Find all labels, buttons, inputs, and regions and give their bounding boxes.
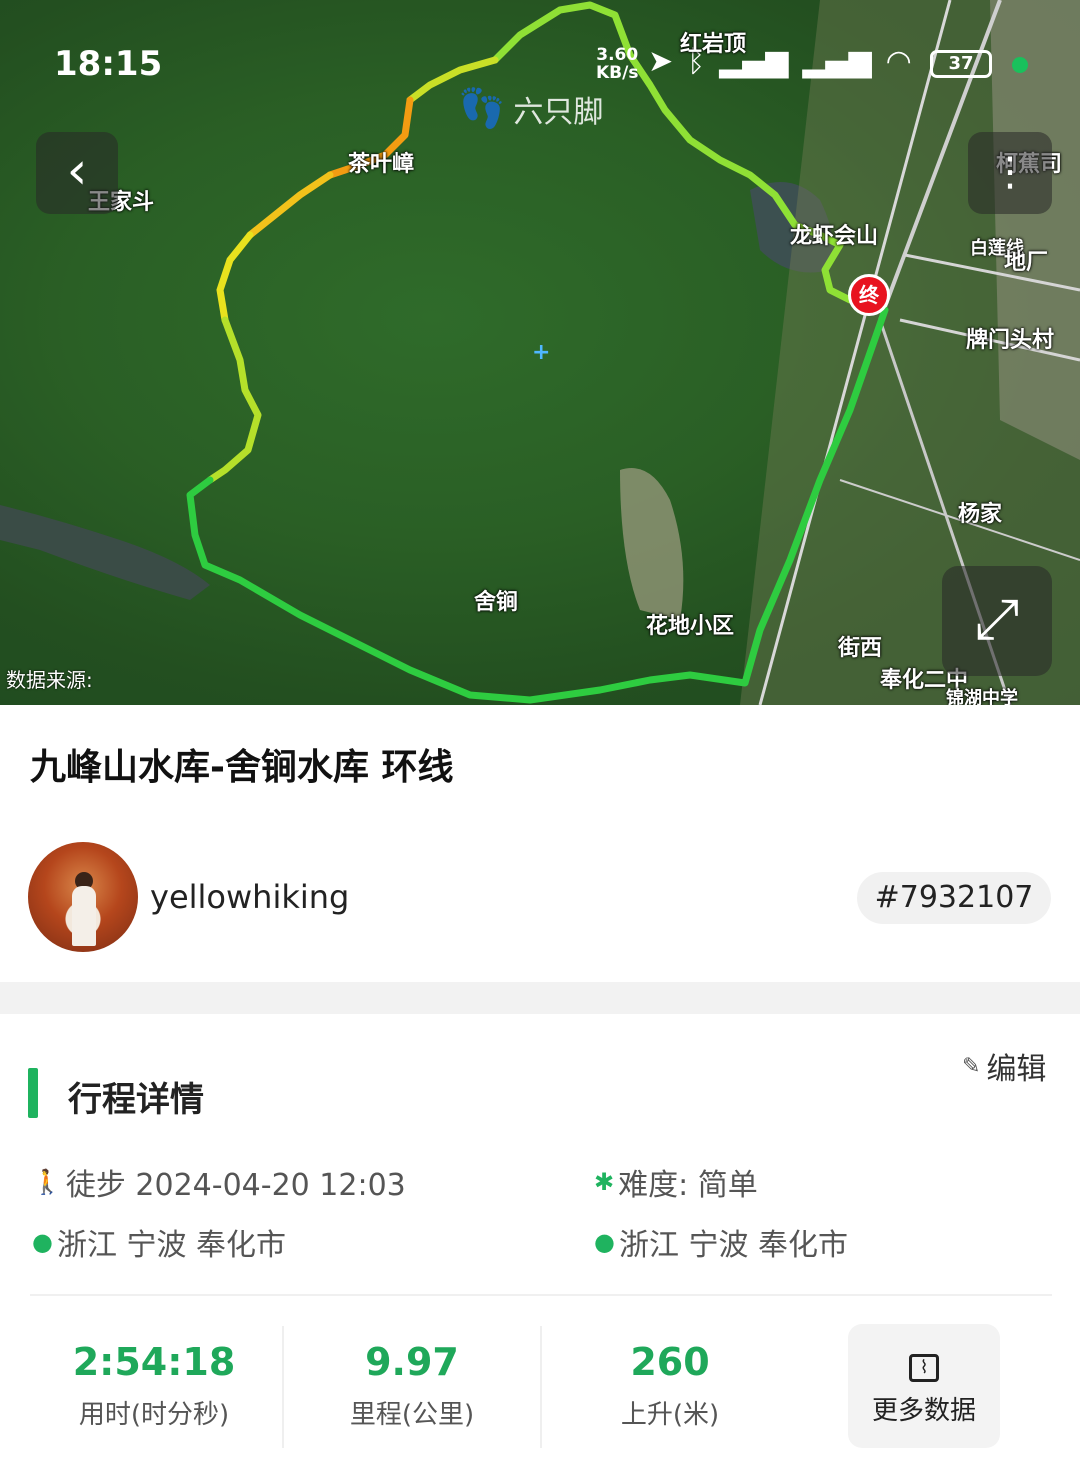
username[interactable]: yellowhiking	[150, 878, 349, 916]
puzzle-icon: ✱	[594, 1168, 615, 1196]
chart-icon: ⌇	[909, 1354, 939, 1382]
route-map[interactable]: + 18:15 3.60 KB/s ➤ ᛒ ▂▄▆ ▂▄▆ ◠ 37 👣 六只脚 …	[0, 0, 1080, 705]
distance-value: 9.97	[365, 1340, 459, 1384]
duration-label: 用时(时分秒)	[78, 1400, 230, 1430]
difficulty: ✱ 难度: 简单	[594, 1168, 758, 1203]
more-dots-icon: ⋮	[990, 149, 1030, 195]
stat-duration: 2:54:18 用时(时分秒)	[26, 1340, 282, 1431]
more-options-button[interactable]: ⋮	[968, 132, 1052, 214]
end-marker[interactable]: 终	[848, 274, 890, 316]
map-label: 红岩顶	[680, 32, 747, 57]
avatar[interactable]	[28, 842, 138, 952]
map-label: 街西	[838, 636, 883, 661]
track-id-badge: #7932107	[857, 872, 1051, 924]
section-accent-bar	[28, 1068, 38, 1118]
divider	[30, 1294, 1052, 1296]
map-center-crosshair: +	[532, 340, 551, 365]
section-title: 行程详情	[68, 1080, 204, 1120]
duration-value: 2:54:18	[72, 1340, 236, 1384]
location-arrow-icon: ➤	[648, 44, 674, 79]
wifi-icon: ◠	[885, 44, 912, 79]
footprint-icon: 👣	[458, 86, 506, 130]
map-label: 牌门头村	[966, 328, 1055, 353]
map-label: 茶叶嶂	[348, 152, 415, 177]
end-location: ● 浙江 宁波 奉化市	[594, 1228, 849, 1263]
brand-name: 六只脚	[513, 94, 604, 130]
privacy-dot-icon	[1012, 57, 1028, 73]
start-pin-icon: ●	[32, 1228, 53, 1256]
chevron-left-icon: ‹	[66, 141, 88, 201]
hiking-icon: 🚶	[32, 1168, 62, 1196]
edit-label: 编辑	[986, 1052, 1047, 1087]
activity-type: 🚶 徒步 2024-04-20 12:03	[32, 1168, 406, 1203]
end-pin-icon: ●	[594, 1228, 615, 1256]
distance-label: 里程(公里)	[349, 1400, 475, 1430]
section-divider	[0, 982, 1080, 1014]
more-data-button[interactable]: ⌇ 更多数据	[848, 1324, 1000, 1448]
expand-icon: ⤢	[974, 587, 1020, 652]
stat-distance: 9.97 里程(公里)	[284, 1340, 540, 1431]
stat-ascent: 260 上升(米)	[542, 1340, 798, 1431]
map-label: 地厂	[1004, 250, 1049, 275]
map-label: 舍锏	[474, 590, 519, 615]
signal-2-icon: ▂▄▆	[802, 44, 872, 79]
start-location: ● 浙江 宁波 奉化市	[32, 1228, 287, 1263]
brand-watermark: 👣 六只脚	[458, 86, 603, 131]
edit-icon: ✎	[962, 1053, 981, 1079]
map-label: 花地小区	[646, 614, 735, 639]
map-label: 杨家	[958, 502, 1003, 527]
map-label: 龙虾会山	[790, 224, 879, 249]
ascent-label: 上升(米)	[620, 1400, 720, 1430]
battery-indicator: 37	[930, 50, 992, 78]
more-data-label: 更多数据	[871, 1396, 976, 1426]
edit-button[interactable]: ✎ 编辑	[962, 1044, 1046, 1088]
ascent-value: 260	[630, 1340, 710, 1384]
network-speed: 3.60 KB/s	[596, 45, 639, 83]
map-label: 锦湖中学	[946, 688, 1018, 705]
track-title: 九峰山水库-舍锏水库 环线	[30, 747, 454, 788]
back-button[interactable]: ‹	[36, 132, 118, 214]
data-source-label: 数据来源:	[6, 668, 93, 692]
status-time: 18:15	[54, 44, 163, 84]
fullscreen-button[interactable]: ⤢	[942, 566, 1052, 676]
